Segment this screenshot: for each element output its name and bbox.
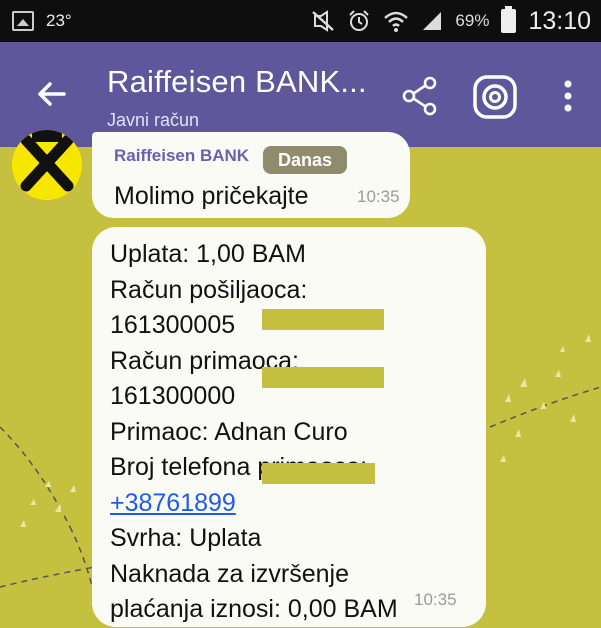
- message-line: plaćanja iznosi: 0,00 BAM: [110, 595, 398, 623]
- message-line: Račun pošiljaoca:: [110, 275, 308, 304]
- message-line: Svrha: Uplata: [110, 524, 262, 552]
- message-bubble[interactable]: Uplata: 1,00 BAM Račun pošiljaoca: 16130…: [92, 227, 486, 627]
- clock: 13:10: [528, 6, 591, 35]
- mute-icon: [312, 10, 335, 32]
- phone-number-link[interactable]: +38761899: [110, 489, 236, 517]
- message-line: +38761899: [110, 486, 398, 522]
- sender-name: Raiffeisen BANK: [114, 146, 250, 165]
- status-bar: 23° 69% 13:10: [0, 0, 601, 42]
- message-time: 10:35: [414, 590, 457, 609]
- chat-title[interactable]: Raiffeisen BANK...: [107, 64, 367, 100]
- wifi-icon: [384, 11, 409, 32]
- message-line: Primaoc: Adnan Curo: [110, 417, 348, 446]
- message-line: Naknada za izvršenje: [110, 559, 350, 588]
- message-line: Uplata: 1,00 BAM: [110, 240, 306, 268]
- redaction-block: [262, 463, 375, 484]
- sender-avatar[interactable]: [12, 130, 82, 200]
- raiffeisen-logo-icon: [12, 130, 82, 200]
- redaction-block: [262, 309, 384, 330]
- battery-percent: 69%: [455, 11, 490, 30]
- overflow-menu-icon[interactable]: [553, 76, 583, 116]
- battery-icon: [501, 6, 517, 33]
- message-bubble[interactable]: Raiffeisen BANK Molimo pričekajte 10:35: [92, 132, 410, 218]
- viber-icon[interactable]: [472, 74, 518, 120]
- message-text: Molimo pričekajte: [114, 182, 309, 210]
- signal-icon: [423, 12, 442, 30]
- message-time: 10:35: [357, 187, 400, 206]
- gallery-icon: [12, 11, 34, 31]
- alarm-icon: [349, 10, 370, 31]
- temperature: 23°: [46, 11, 72, 30]
- date-divider: Danas: [263, 146, 347, 174]
- redaction-block: [262, 367, 384, 388]
- chat-subtitle: Javni račun: [107, 110, 200, 130]
- share-icon[interactable]: [400, 76, 440, 116]
- back-arrow-icon[interactable]: [34, 76, 70, 112]
